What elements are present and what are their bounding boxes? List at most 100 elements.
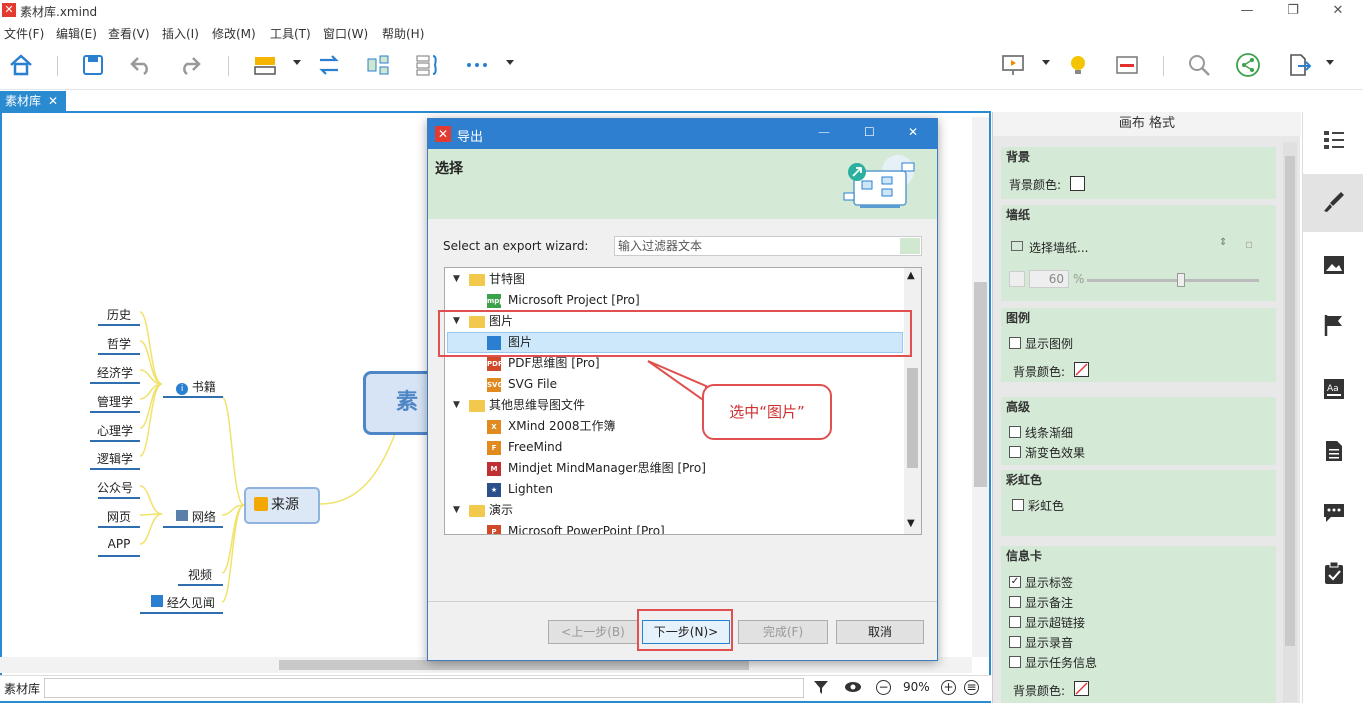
cancel-button[interactable]: 取消 bbox=[836, 620, 924, 644]
topic-app[interactable]: APP bbox=[98, 537, 140, 551]
tree-item[interactable]: mpp Microsoft Project [Pro] bbox=[445, 290, 917, 311]
finish-button[interactable]: 完成(F) bbox=[738, 620, 828, 644]
zoom-in-icon[interactable]: + bbox=[941, 680, 956, 695]
topic-psychology[interactable]: 心理学 bbox=[90, 422, 140, 439]
image-icon[interactable] bbox=[1321, 252, 1347, 278]
summary-icon[interactable] bbox=[365, 52, 391, 78]
line-taper-checkbox[interactable] bbox=[1009, 426, 1021, 438]
tree-item[interactable]: ★ Lighten bbox=[445, 479, 917, 500]
background-color-swatch[interactable] bbox=[1070, 176, 1085, 191]
opacity-slider[interactable] bbox=[1087, 279, 1259, 282]
zoom-out-icon[interactable]: − bbox=[876, 680, 891, 695]
topic-video[interactable]: 视频 bbox=[178, 566, 222, 583]
topic-icon[interactable] bbox=[252, 52, 278, 78]
outline-icon[interactable] bbox=[1321, 127, 1347, 153]
fit-icon[interactable]: ≡ bbox=[964, 680, 979, 695]
menu-view[interactable]: 查看(V) bbox=[108, 25, 150, 42]
gantt-icon[interactable] bbox=[1114, 52, 1140, 78]
idea-bulb-icon[interactable] bbox=[1065, 52, 1091, 78]
show-tags-checkbox[interactable]: ✓ bbox=[1009, 576, 1021, 588]
topic-economics[interactable]: 经济学 bbox=[90, 364, 140, 381]
gradient-checkbox[interactable] bbox=[1009, 446, 1021, 458]
back-button[interactable]: <上一步(B) bbox=[548, 620, 638, 644]
export-icon[interactable] bbox=[1286, 52, 1312, 78]
expand-caret-icon[interactable]: ▼ bbox=[453, 500, 460, 521]
sheet-tab[interactable]: 素材库 bbox=[4, 680, 40, 697]
delete-icon[interactable]: ▫ bbox=[1245, 237, 1253, 251]
topic-source[interactable]: 来源 bbox=[244, 487, 320, 524]
expand-caret-icon[interactable]: ▼ bbox=[453, 269, 460, 290]
filter-clear-icon[interactable] bbox=[900, 238, 920, 254]
central-topic[interactable]: 素材 bbox=[363, 371, 435, 435]
section-advanced[interactable]: 高级 bbox=[1001, 397, 1276, 417]
tree-item[interactable]: F FreeMind bbox=[445, 437, 917, 458]
scroll-thumb[interactable] bbox=[279, 660, 749, 670]
undo-icon[interactable] bbox=[128, 52, 154, 78]
home-icon[interactable] bbox=[8, 52, 34, 78]
close-icon[interactable]: ✕ bbox=[1328, 2, 1348, 20]
minimize-icon[interactable]: — bbox=[1237, 2, 1257, 20]
spinner-icon[interactable]: ⇕ bbox=[1219, 237, 1227, 248]
dialog-close-icon[interactable]: ✕ bbox=[908, 125, 918, 139]
topic-books[interactable]: i 书籍 bbox=[168, 378, 224, 395]
show-legend-checkbox[interactable] bbox=[1009, 337, 1021, 349]
topic-news[interactable]: 经久见闻 bbox=[143, 594, 223, 611]
scroll-up-icon[interactable]: ▲ bbox=[907, 270, 915, 281]
menu-tools[interactable]: 工具(T) bbox=[270, 25, 311, 42]
tree-item[interactable]: P Microsoft PowerPoint [Pro] bbox=[445, 521, 917, 534]
topic-webpage[interactable]: 网页 bbox=[98, 508, 140, 525]
legend-color-swatch[interactable] bbox=[1074, 362, 1089, 377]
marker-flag-icon[interactable] bbox=[1321, 312, 1347, 338]
opacity-input[interactable]: 60 bbox=[1029, 270, 1069, 288]
notes-icon[interactable] bbox=[1321, 438, 1347, 464]
redo-icon[interactable] bbox=[177, 52, 203, 78]
menu-edit[interactable]: 编辑(E) bbox=[56, 25, 97, 42]
menu-file[interactable]: 文件(F) bbox=[4, 25, 44, 42]
brush-icon[interactable] bbox=[1321, 189, 1347, 215]
show-notes-checkbox[interactable] bbox=[1009, 596, 1021, 608]
share-icon[interactable] bbox=[1235, 52, 1261, 78]
task-icon[interactable] bbox=[1321, 560, 1347, 586]
show-audio-checkbox[interactable] bbox=[1009, 636, 1021, 648]
tab-close-icon[interactable]: ✕ bbox=[48, 91, 58, 112]
scroll-down-icon[interactable]: ▼ bbox=[907, 518, 915, 529]
menu-window[interactable]: 窗口(W) bbox=[323, 25, 368, 42]
info-card-color-swatch[interactable] bbox=[1074, 681, 1089, 696]
expand-caret-icon[interactable]: ▼ bbox=[453, 395, 460, 416]
tree-folder[interactable]: ▼ 演示 bbox=[445, 500, 917, 521]
section-legend[interactable]: 图例 bbox=[1001, 308, 1276, 328]
topic-wechat[interactable]: 公众号 bbox=[90, 479, 140, 496]
dialog-maximize-icon[interactable]: ☐ bbox=[864, 125, 875, 139]
rainbow-checkbox[interactable] bbox=[1012, 499, 1024, 511]
presentation-icon[interactable] bbox=[1000, 52, 1026, 78]
scroll-thumb[interactable] bbox=[1285, 156, 1295, 646]
scroll-thumb[interactable] bbox=[974, 282, 987, 487]
canvas-vertical-scrollbar[interactable] bbox=[972, 117, 989, 657]
wallpaper-select[interactable]: 选择墙纸... bbox=[1029, 239, 1088, 256]
topic-philosophy[interactable]: 哲学 bbox=[98, 335, 140, 352]
style-icon[interactable]: Aa bbox=[1321, 376, 1347, 402]
topic-history[interactable]: 历史 bbox=[98, 306, 140, 323]
panel-scrollbar[interactable] bbox=[1283, 142, 1297, 702]
section-info-card[interactable]: 信息卡 bbox=[1001, 546, 1276, 566]
eye-icon[interactable] bbox=[844, 679, 862, 695]
section-background[interactable]: 背景 bbox=[1001, 147, 1276, 167]
topic-management[interactable]: 管理学 bbox=[90, 393, 140, 410]
section-wallpaper[interactable]: 墙纸 bbox=[1001, 205, 1276, 225]
tree-item[interactable]: M Mindjet MindManager思维图 [Pro] bbox=[445, 458, 917, 479]
filter-icon[interactable] bbox=[813, 679, 829, 695]
topic-logic[interactable]: 逻辑学 bbox=[90, 450, 140, 467]
boundary-icon[interactable] bbox=[414, 52, 440, 78]
search-icon[interactable] bbox=[1186, 52, 1212, 78]
save-icon[interactable] bbox=[80, 52, 106, 78]
topic-network[interactable]: 网络 bbox=[168, 508, 224, 525]
menu-modify[interactable]: 修改(M) bbox=[212, 25, 256, 42]
menu-insert[interactable]: 插入(I) bbox=[162, 25, 199, 42]
more-icon[interactable] bbox=[464, 52, 490, 78]
scroll-thumb[interactable] bbox=[907, 368, 918, 468]
menu-help[interactable]: 帮助(H) bbox=[382, 25, 424, 42]
tab-document[interactable]: 素材库 ✕ bbox=[0, 91, 66, 112]
filter-input[interactable]: 输入过滤器文本 bbox=[614, 236, 922, 256]
opacity-slider-handle[interactable] bbox=[1177, 273, 1185, 287]
tree-item[interactable]: X XMind 2008工作簿 bbox=[445, 416, 917, 437]
